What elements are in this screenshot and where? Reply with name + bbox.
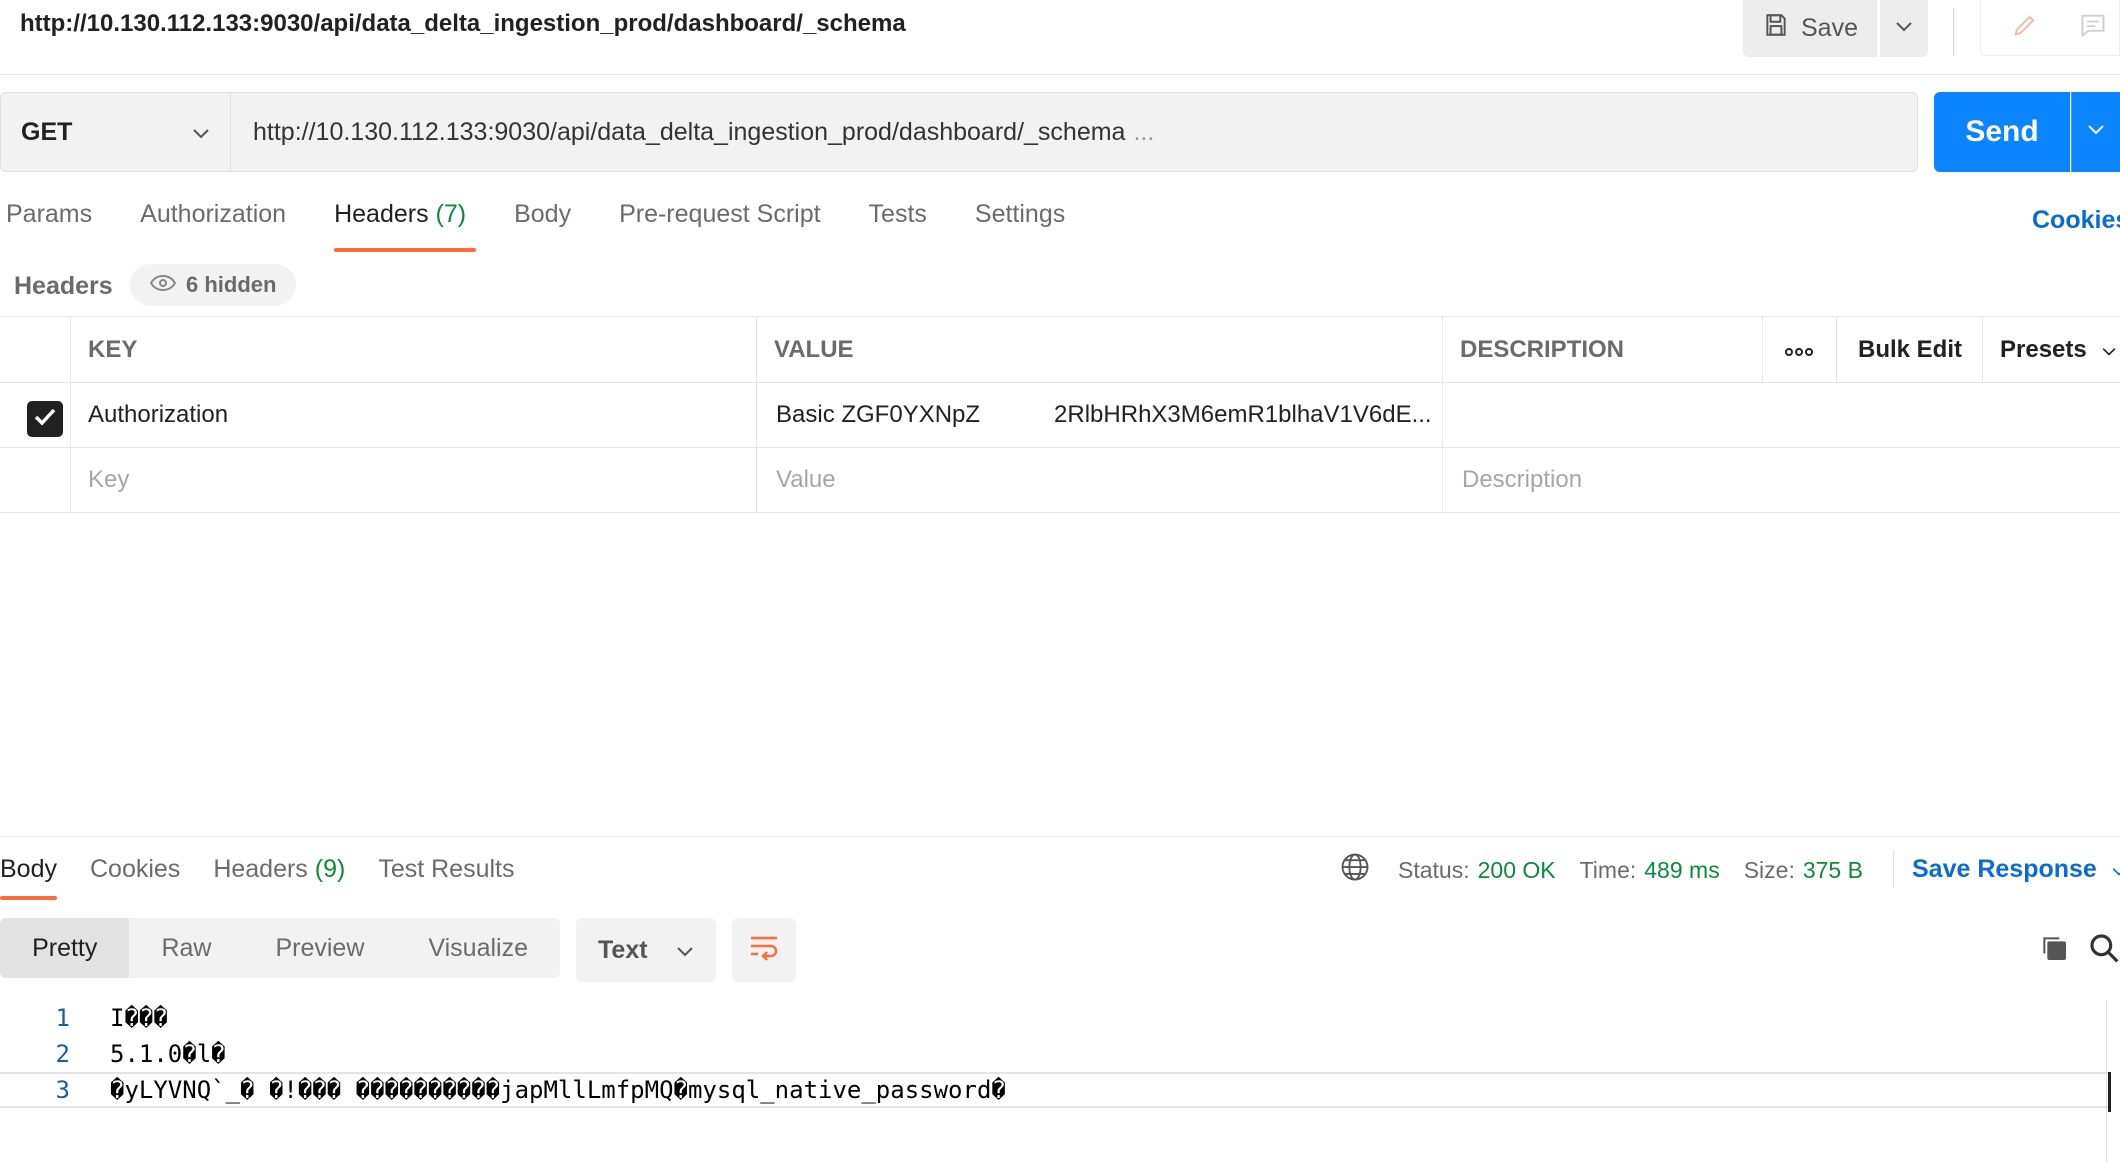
tab-authorization[interactable]: Authorization (140, 200, 286, 252)
method-value: GET (21, 117, 73, 146)
view-raw[interactable]: Raw (129, 918, 243, 978)
chevron-down-icon (192, 118, 210, 147)
checkmark-icon (33, 407, 57, 432)
line-text: �yLYVNQ`_� �!��� ����������japMllLmfpMQ�… (110, 1076, 1006, 1104)
new-description-input[interactable]: Description (1442, 448, 2120, 512)
presets-dropdown[interactable]: Presets (1982, 317, 2120, 382)
tab-tests[interactable]: Tests (869, 200, 927, 252)
code-line-current: 3 �yLYVNQ`_� �!��� ����������japMllLmfpM… (0, 1072, 2108, 1108)
view-preview[interactable]: Preview (243, 918, 396, 978)
cookies-link[interactable]: Cookies (2032, 206, 2120, 235)
side-icons (1980, 0, 2120, 56)
save-button[interactable]: Save (1743, 0, 1877, 57)
save-response-label: Save Response (1912, 855, 2097, 883)
line-number: 1 (55, 1004, 70, 1032)
save-response-button[interactable]: Save Response (1912, 855, 2120, 884)
copy-icon[interactable] (2038, 932, 2070, 969)
format-value: Text (598, 935, 648, 964)
view-mode-segmented: Pretty Raw Preview Visualize (0, 918, 560, 978)
tab-headers[interactable]: Headers (7) (334, 200, 477, 252)
table-header-row: KEY VALUE DESCRIPTION Bulk Edit Presets (0, 317, 2120, 383)
tab-params[interactable]: Params (6, 200, 92, 252)
presets-label: Presets (2000, 335, 2087, 363)
header-description-cell[interactable] (1442, 383, 2120, 447)
chevron-down-icon (1895, 20, 1913, 38)
chevron-down-icon (2111, 855, 2120, 884)
hidden-count: 6 hidden (186, 272, 277, 297)
table-row-new: Key Value Description (0, 448, 2120, 513)
line-number: 2 (55, 1040, 70, 1068)
new-value-input[interactable]: Value (756, 448, 1442, 512)
format-select[interactable]: Text (576, 918, 716, 982)
header-value-cell[interactable]: Basic ZGF0YXNpZ 2RlbHRhX3M6emR1blhaV1V6dE… (756, 383, 1442, 447)
header-value-end: 2RlbHRhX3M6emR1blhaV1V6dE... (1054, 401, 1432, 428)
chevron-down-icon (2087, 123, 2105, 141)
response-divider (0, 836, 2120, 837)
send-button[interactable]: Send (1934, 92, 2070, 172)
response-headers-count: (9) (314, 855, 346, 883)
request-tabs: Params Authorization Headers (7) Body Pr… (0, 200, 1113, 252)
hidden-headers-toggle[interactable]: 6 hidden (130, 264, 297, 306)
tab-body[interactable]: Body (514, 200, 571, 252)
headers-count: (7) (435, 200, 467, 228)
size-label: Size: (1743, 856, 1795, 883)
text-cursor (2108, 1072, 2118, 1112)
tab-settings[interactable]: Settings (975, 200, 1065, 252)
url-overflow: ... (1133, 117, 1155, 146)
wrap-lines-button[interactable] (732, 918, 796, 982)
url-text: http://10.130.112.133:9030/api/data_delt… (253, 117, 1126, 146)
line-number: 3 (55, 1076, 70, 1104)
search-icon[interactable] (2088, 932, 2120, 969)
globe-icon[interactable] (1340, 852, 1370, 888)
chevron-down-icon (2101, 336, 2117, 364)
new-key-input[interactable]: Key (70, 448, 756, 512)
chevron-down-icon (676, 936, 694, 965)
method-select[interactable]: GET (0, 92, 230, 172)
code-line: 1 I��� (0, 1000, 2108, 1036)
bulk-edit-button[interactable]: Bulk Edit (1836, 317, 1982, 382)
column-description: DESCRIPTION (1460, 335, 1625, 363)
response-tab-cookies[interactable]: Cookies (90, 855, 180, 900)
url-input[interactable]: http://10.130.112.133:9030/api/data_delt… (230, 92, 1918, 172)
headers-section-title: Headers (14, 272, 113, 300)
column-value: VALUE (774, 335, 854, 363)
request-title[interactable]: http://10.130.112.133:9030/api/data_delt… (20, 10, 906, 38)
save-icon (1763, 12, 1789, 45)
comment-icon[interactable] (2079, 11, 2107, 44)
status-label: Status: (1398, 856, 1470, 883)
divider (1893, 850, 1894, 888)
response-tab-headers[interactable]: Headers (9) (213, 855, 345, 900)
view-pretty[interactable]: Pretty (0, 918, 130, 978)
size-value[interactable]: 375 B (1803, 857, 1863, 884)
send-options-button[interactable] (2071, 92, 2120, 172)
eye-icon (149, 272, 177, 298)
code-line: 2 5.1.0�l� (0, 1036, 2108, 1072)
more-icon (1784, 336, 1814, 364)
response-tab-test-results[interactable]: Test Results (378, 855, 514, 900)
response-tab-body[interactable]: Body (0, 855, 57, 900)
response-status-bar: Status: 200 OK Time: 489 ms Size: 375 B (1340, 852, 1863, 888)
header-enabled-checkbox[interactable] (27, 401, 63, 437)
status-value[interactable]: 200 OK (1478, 857, 1556, 884)
save-label: Save (1801, 14, 1858, 42)
view-visualize[interactable]: Visualize (396, 918, 560, 978)
wrap-icon (748, 934, 780, 967)
table-row: Authorization Basic ZGF0YXNpZ 2RlbHRhX3M6… (0, 383, 2120, 448)
response-tabs: Body Cookies Headers (9) Test Results (0, 855, 548, 900)
tab-pre-request-script[interactable]: Pre-request Script (619, 200, 820, 252)
headers-table: KEY VALUE DESCRIPTION Bulk Edit Presets … (0, 316, 2120, 516)
more-options-button[interactable] (1762, 317, 1836, 382)
column-key: KEY (88, 335, 138, 363)
divider (1953, 8, 1954, 56)
line-text: 5.1.0�l� (110, 1040, 226, 1068)
save-options-button[interactable] (1880, 0, 1928, 57)
header-key-cell[interactable]: Authorization (70, 383, 756, 447)
time-label: Time: (1579, 856, 1637, 883)
line-text: I��� (110, 1004, 168, 1032)
header-value-start: Basic ZGF0YXNpZ (776, 401, 981, 428)
time-value[interactable]: 489 ms (1644, 857, 1719, 884)
edit-icon[interactable] (2011, 11, 2039, 44)
